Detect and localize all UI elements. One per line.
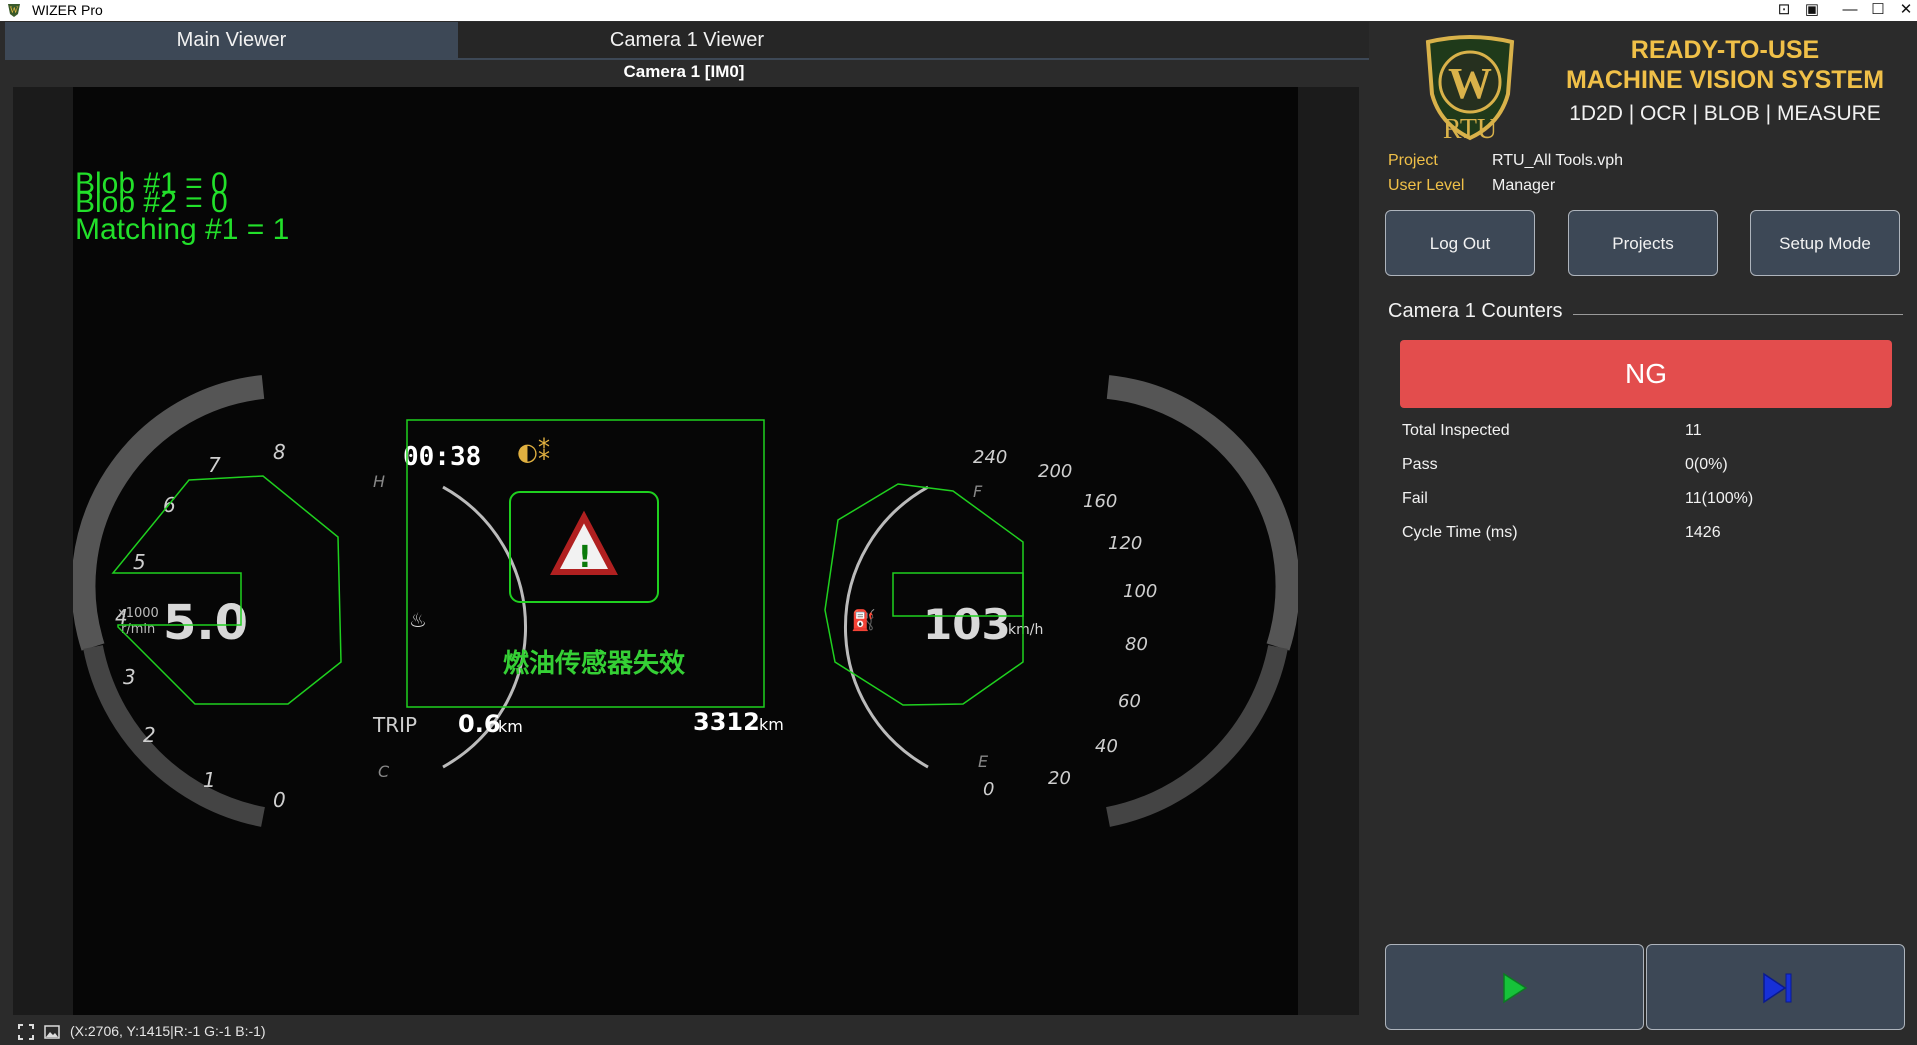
svg-text:60: 60 <box>1118 691 1141 712</box>
run-button[interactable] <box>1385 944 1644 1030</box>
svg-text:240: 240 <box>973 447 1007 468</box>
svg-text:◐⁑: ◐⁑ <box>517 436 550 466</box>
svg-text:00:38: 00:38 <box>403 442 481 472</box>
svg-text:20: 20 <box>1048 768 1071 789</box>
svg-text:TRIP: TRIP <box>372 713 417 737</box>
step-button[interactable] <box>1646 944 1905 1030</box>
pixel-coordinates: (X:2706, Y:1415|R:-1 G:-1 B:-1) <box>70 1023 266 1039</box>
tool-list: 1D2D | OCR | BLOB | MEASURE <box>1569 102 1881 125</box>
projects-button[interactable]: Projects <box>1568 210 1718 276</box>
svg-text:1: 1 <box>203 768 216 792</box>
counter-value-pass: 0(0%) <box>1685 456 1728 473</box>
svg-text:km/h: km/h <box>1008 622 1043 638</box>
headline-line-1: READY-TO-USE <box>1630 36 1820 64</box>
window-titlebar: W WIZER Pro ⊡ ▣ — ☐ ✕ <box>0 0 1917 21</box>
svg-text:3312: 3312 <box>693 708 760 736</box>
headline-line-2: MACHINE VISION SYSTEM <box>1565 66 1885 94</box>
user-level-label: User Level <box>1388 177 1465 194</box>
camera-icon[interactable]: ▣ <box>1798 0 1826 21</box>
svg-text:⛽: ⛽ <box>851 608 876 632</box>
counter-label-pass: Pass <box>1402 456 1438 473</box>
svg-text:7: 7 <box>208 453 221 477</box>
app-logo-icon: W <box>8 4 20 17</box>
svg-text:E: E <box>978 752 989 771</box>
pin-icon[interactable]: ⊡ <box>1770 0 1798 21</box>
svg-text:3: 3 <box>123 665 136 689</box>
play-icon <box>1503 972 1528 1004</box>
image-viewer[interactable]: 876 543 210 H C 240 200 160 120 100 80 60 40 2… <box>13 87 1359 1015</box>
control-panel: W RTU READY-TO-USE MACHINE VISION SYSTEM… <box>1370 22 1917 1045</box>
svg-text:C: C <box>378 762 390 781</box>
maximize-icon[interactable]: ☐ <box>1864 0 1892 21</box>
svg-text:x1000: x1000 <box>118 606 159 621</box>
counter-value-cycle-time: 1426 <box>1685 524 1721 541</box>
counter-label-cycle-time: Cycle Time (ms) <box>1402 524 1518 541</box>
svg-text:W: W <box>1448 59 1492 108</box>
svg-text:0.6: 0.6 <box>458 710 501 738</box>
svg-text:100: 100 <box>1123 581 1157 602</box>
svg-text:5: 5 <box>133 550 146 574</box>
svg-text:F: F <box>973 482 983 501</box>
svg-text:W: W <box>10 5 19 15</box>
svg-text:0: 0 <box>273 788 286 812</box>
tab-underline <box>5 58 1369 60</box>
status-bar: (X:2706, Y:1415|R:-1 G:-1 B:-1) <box>0 1018 1370 1045</box>
tab-main-viewer[interactable]: Main Viewer <box>5 22 458 58</box>
image-icon[interactable] <box>44 1024 60 1040</box>
user-level-value: Manager <box>1492 177 1556 194</box>
svg-text:120: 120 <box>1108 533 1142 554</box>
overlay-matching-1: Matching #1 = 1 <box>75 213 290 246</box>
setup-mode-button[interactable]: Setup Mode <box>1750 210 1900 276</box>
svg-text:5.0: 5.0 <box>163 595 248 651</box>
step-forward-icon <box>1763 972 1792 1004</box>
project-label: Project <box>1388 152 1438 169</box>
log-out-button[interactable]: Log Out <box>1385 210 1535 276</box>
counter-value-total: 11 <box>1685 422 1702 439</box>
fit-view-icon[interactable] <box>18 1024 34 1040</box>
svg-text:km: km <box>498 717 523 736</box>
svg-text:!: ! <box>578 540 592 575</box>
svg-text:160: 160 <box>1083 491 1117 512</box>
svg-text:燃油传感器失效: 燃油传感器失效 <box>503 648 685 679</box>
svg-text:H: H <box>373 472 385 491</box>
close-icon[interactable]: ✕ <box>1892 0 1917 21</box>
camera-label: Camera 1 [IM0] <box>623 62 745 81</box>
counter-label-total: Total Inspected <box>1402 422 1510 439</box>
counter-label-fail: Fail <box>1402 490 1428 507</box>
counter-value-fail: 11(100%) <box>1685 490 1754 507</box>
minimize-icon[interactable]: — <box>1836 0 1864 21</box>
svg-text:2: 2 <box>143 723 156 747</box>
tab-camera-1-viewer[interactable]: Camera 1 Viewer <box>458 22 916 58</box>
svg-text:200: 200 <box>1038 461 1072 482</box>
svg-text:8: 8 <box>273 440 286 464</box>
rtu-logo: W RTU <box>1425 35 1515 144</box>
svg-text:103: 103 <box>923 600 1011 649</box>
svg-text:♨: ♨ <box>409 608 427 632</box>
counters-title: Camera 1 Counters <box>1388 300 1573 323</box>
project-value: RTU_All Tools.vph <box>1492 152 1624 169</box>
window-title: WIZER Pro <box>32 2 103 18</box>
viewer-tabs: Main Viewer Camera 1 Viewer <box>5 22 1369 58</box>
result-badge: NG <box>1400 340 1892 408</box>
svg-text:RTU: RTU <box>1443 114 1497 144</box>
svg-text:km: km <box>759 715 784 734</box>
svg-text:0: 0 <box>983 779 994 800</box>
svg-text:80: 80 <box>1125 634 1148 655</box>
svg-text:40: 40 <box>1095 736 1118 757</box>
